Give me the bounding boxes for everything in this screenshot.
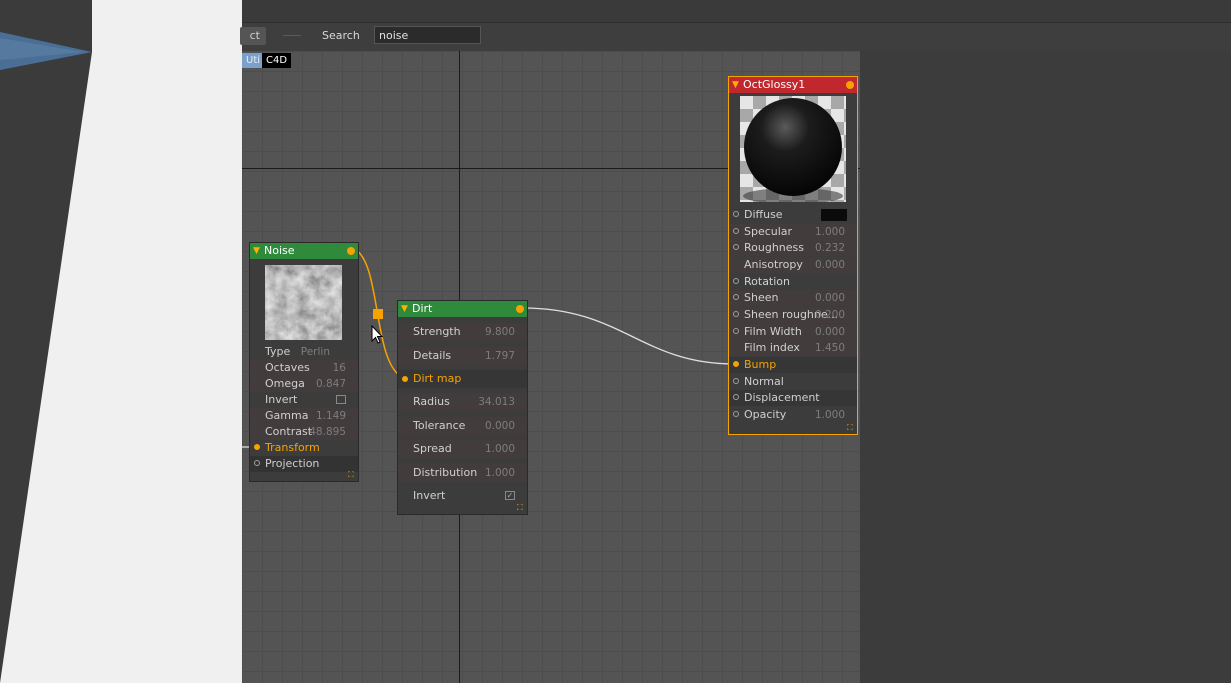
viewport-pane[interactable] (0, 0, 242, 683)
input-pin[interactable] (733, 278, 739, 284)
input-pin[interactable] (733, 228, 739, 234)
input-pin[interactable] (733, 294, 739, 300)
input-pin[interactable] (733, 244, 739, 250)
input-pin[interactable] (733, 394, 739, 400)
input-pin[interactable] (733, 378, 739, 384)
output-port[interactable] (347, 247, 355, 255)
input-pin[interactable] (402, 376, 408, 382)
input-pin[interactable] (733, 411, 739, 417)
glossy-row-displacement[interactable]: Displacement (729, 390, 857, 406)
glossy-row-sheen[interactable]: Sheen 0.000 (729, 290, 857, 306)
glossy-row-sheen-roughness[interactable]: Sheen roughne... 0.200 (729, 307, 857, 323)
search-input[interactable] (374, 26, 481, 44)
glossy-row-diffuse[interactable]: Diffuse (729, 207, 857, 223)
collapse-triangle-icon[interactable]: ▼ (732, 77, 739, 93)
object-button-label: ct (249, 29, 260, 42)
noise-row-invert[interactable]: Invert (250, 392, 358, 408)
noise-row-gamma[interactable]: Gamma 1.149 (250, 408, 358, 424)
dirt-row-dirt-map[interactable]: Dirt map (398, 370, 527, 388)
invert-checkbox[interactable] (336, 395, 346, 404)
noise-row-type[interactable]: Type Perlin (250, 344, 358, 360)
mouse-cursor-icon (371, 325, 384, 344)
glossy-row-film-width[interactable]: Film Width 0.000 (729, 324, 857, 340)
input-pin[interactable] (254, 444, 260, 450)
input-pin[interactable] (733, 311, 739, 317)
glossy-row-opacity[interactable]: Opacity 1.000 (729, 407, 857, 423)
material-preview-image (740, 96, 846, 202)
node-editor-toolbar: ct Search (240, 23, 1231, 51)
toolbar-separator (283, 35, 301, 36)
glossy-row-bump[interactable]: Bump (729, 357, 857, 373)
glossy-row-rotation[interactable]: Rotation (729, 274, 857, 290)
noise-node-title: Noise (264, 244, 295, 257)
noise-row-octaves[interactable]: Octaves 16 (250, 360, 358, 376)
dirt-node[interactable]: ▼ Dirt Strength 9.800 Details 1.797 Dirt… (397, 300, 528, 515)
noise-row-contrast[interactable]: Contrast 48.895 (250, 424, 358, 440)
dirt-row-strength[interactable]: Strength 9.800 (398, 323, 527, 341)
category-tab-uti[interactable]: Uti (242, 53, 265, 68)
dirt-row-spread[interactable]: Spread 1.000 (398, 440, 527, 458)
glossy-row-specular[interactable]: Specular 1.000 (729, 224, 857, 240)
dirt-row-tolerance[interactable]: Tolerance 0.000 (398, 417, 527, 435)
glossy-row-normal[interactable]: Normal (729, 374, 857, 390)
output-port[interactable] (516, 305, 524, 313)
dirt-row-distribution[interactable]: Distribution 1.000 (398, 464, 527, 482)
window-top-bar (242, 0, 1231, 23)
output-port[interactable] (846, 81, 854, 89)
empty-panel (860, 51, 1231, 683)
input-pin[interactable] (254, 460, 260, 466)
viewport-geometry (0, 0, 92, 683)
glossy-row-roughness[interactable]: Roughness 0.232 (729, 240, 857, 256)
noise-node-header[interactable]: ▼ Noise (250, 243, 358, 259)
collapse-triangle-icon[interactable]: ▼ (401, 301, 408, 317)
glossy-row-film-index[interactable]: Film index 1.450 (729, 340, 857, 356)
input-pin[interactable] (733, 328, 739, 334)
object-button[interactable]: ct (240, 27, 266, 45)
noise-row-transform[interactable]: Transform (250, 440, 358, 456)
octglossy-node[interactable]: ▼ OctGlossy1 Diffuse Specular 1.000 Roug… (728, 76, 858, 435)
diffuse-color-swatch[interactable] (821, 209, 847, 221)
input-pin[interactable] (733, 211, 739, 217)
octglossy-node-header[interactable]: ▼ OctGlossy1 (729, 77, 857, 93)
resize-handle-icon[interactable]: ⛶ (517, 504, 524, 512)
invert-checkbox-checked[interactable]: ✓ (505, 491, 515, 500)
noise-node[interactable]: ▼ Noise Type Perlin Octaves 16 Omega 0.8… (249, 242, 359, 482)
search-label: Search (322, 29, 360, 42)
glossy-row-anisotropy[interactable]: Anisotropy 0.000 (729, 257, 857, 273)
resize-handle-icon[interactable]: ⛶ (847, 424, 854, 432)
collapse-triangle-icon[interactable]: ▼ (253, 243, 260, 259)
dirt-node-title: Dirt (412, 302, 433, 315)
resize-handle-icon[interactable]: ⛶ (348, 471, 355, 479)
category-tab-c4d[interactable]: C4D (262, 53, 292, 68)
dirt-row-details[interactable]: Details 1.797 (398, 347, 527, 365)
noise-preview-image (265, 265, 342, 340)
dirt-node-header[interactable]: ▼ Dirt (398, 301, 527, 317)
dirt-row-radius[interactable]: Radius 34.013 (398, 393, 527, 411)
noise-row-omega[interactable]: Omega 0.847 (250, 376, 358, 392)
noise-row-projection[interactable]: Projection (250, 456, 358, 472)
reroute-point[interactable] (373, 309, 383, 319)
dirt-row-invert[interactable]: Invert ✓ (398, 487, 527, 505)
input-pin[interactable] (733, 361, 739, 367)
octglossy-node-title: OctGlossy1 (743, 78, 806, 91)
